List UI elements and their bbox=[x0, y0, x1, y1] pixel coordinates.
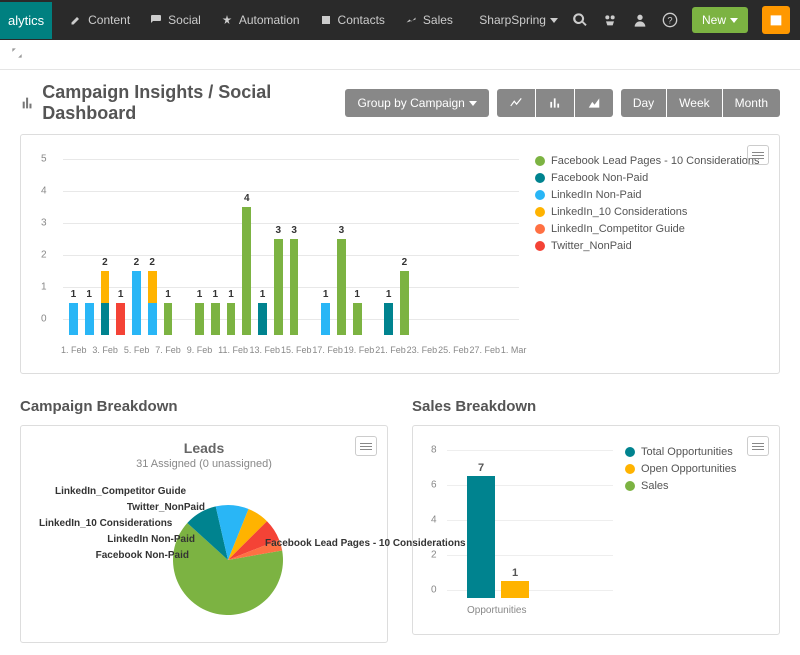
main-legend: Facebook Lead Pages - 10 Considerations F… bbox=[535, 149, 765, 359]
legend-item[interactable]: LinkedIn_10 Considerations bbox=[535, 206, 765, 218]
user-icon[interactable] bbox=[632, 12, 648, 28]
legend-item[interactable]: Total Opportunities bbox=[625, 446, 765, 458]
help-icon[interactable]: ? bbox=[662, 12, 678, 28]
right-nav: SharpSpring ? New bbox=[479, 6, 790, 34]
pie-label: LinkedIn Non-Paid bbox=[65, 534, 195, 545]
campaign-menu-icon[interactable] bbox=[355, 436, 377, 456]
company-dropdown[interactable]: SharpSpring bbox=[479, 13, 558, 27]
group-by-dropdown[interactable]: Group by Campaign bbox=[345, 89, 488, 117]
legend-item[interactable]: Facebook Lead Pages - 10 Considerations bbox=[535, 155, 765, 167]
nav-content[interactable]: Content bbox=[70, 13, 130, 27]
page-header: Campaign Insights / Social Dashboard Gro… bbox=[20, 82, 780, 124]
campaign-panel: Leads 31 Assigned (0 unassigned) LinkedI… bbox=[20, 425, 388, 643]
range-day[interactable]: Day bbox=[621, 89, 666, 117]
campaign-section: Campaign Breakdown Leads 31 Assigned (0 … bbox=[20, 398, 388, 643]
new-button[interactable]: New bbox=[692, 7, 748, 33]
range-month[interactable]: Month bbox=[723, 89, 780, 117]
legend-item[interactable]: Facebook Non-Paid bbox=[535, 172, 765, 184]
nav-social[interactable]: Social bbox=[150, 13, 201, 27]
main-chart: 01234511212211114133131121. Feb3. Feb5. … bbox=[35, 149, 519, 359]
main-chart-panel: 01234511212211114133131121. Feb3. Feb5. … bbox=[20, 134, 780, 374]
chart-type-area[interactable] bbox=[575, 89, 613, 117]
svg-text:?: ? bbox=[667, 15, 672, 25]
legend-item[interactable]: Sales bbox=[625, 480, 765, 492]
expand-icon[interactable] bbox=[10, 46, 24, 60]
page-title: Campaign Insights / Social Dashboard bbox=[20, 82, 337, 124]
brand-logo[interactable]: alytics bbox=[0, 2, 52, 39]
campaign-title: Leads bbox=[35, 440, 373, 456]
nav-automation[interactable]: Automation bbox=[221, 13, 300, 27]
search-icon[interactable] bbox=[572, 12, 588, 28]
mascot-icon[interactable] bbox=[602, 12, 618, 28]
nav-sales[interactable]: Sales bbox=[405, 13, 453, 27]
sales-legend: Total Opportunities Open Opportunities Sal… bbox=[625, 440, 765, 620]
main-nav: Content Social Automation Contacts Sales bbox=[70, 13, 479, 27]
sales-chart: 0246871Opportunities bbox=[427, 440, 613, 620]
chart-menu-icon[interactable] bbox=[747, 145, 769, 165]
legend-item[interactable]: Open Opportunities bbox=[625, 463, 765, 475]
legend-item[interactable]: LinkedIn Non-Paid bbox=[535, 189, 765, 201]
sub-toolbar bbox=[0, 40, 800, 70]
sales-section: Sales Breakdown 0246871Opportunities Tot… bbox=[412, 398, 780, 643]
chart-icon bbox=[20, 94, 36, 112]
legend-item[interactable]: LinkedIn_Competitor Guide bbox=[535, 223, 765, 235]
sales-panel: 0246871Opportunities Total Opportunities… bbox=[412, 425, 780, 635]
campaign-pie: LinkedIn_Competitor Guide Twitter_NonPaid… bbox=[35, 478, 373, 628]
chart-type-bar[interactable] bbox=[536, 89, 574, 117]
nav-contacts[interactable]: Contacts bbox=[320, 13, 385, 27]
range-group: Day Week Month bbox=[621, 89, 780, 117]
chart-type-line[interactable] bbox=[497, 89, 535, 117]
pie-label: LinkedIn_10 Considerations bbox=[39, 518, 169, 529]
campaign-heading: Campaign Breakdown bbox=[20, 398, 388, 415]
pie-label: Twitter_NonPaid bbox=[75, 502, 205, 513]
sales-menu-icon[interactable] bbox=[747, 436, 769, 456]
legend-item[interactable]: Twitter_NonPaid bbox=[535, 240, 765, 252]
range-week[interactable]: Week bbox=[667, 89, 721, 117]
top-nav: alytics Content Social Automation Contac… bbox=[0, 0, 800, 40]
calendar-icon[interactable] bbox=[762, 6, 790, 34]
pie-label: Facebook Non-Paid bbox=[59, 550, 189, 561]
pie-label: LinkedIn_Competitor Guide bbox=[55, 486, 185, 497]
chart-type-group bbox=[497, 89, 613, 117]
campaign-subtitle: 31 Assigned (0 unassigned) bbox=[35, 458, 373, 470]
sales-heading: Sales Breakdown bbox=[412, 398, 780, 415]
